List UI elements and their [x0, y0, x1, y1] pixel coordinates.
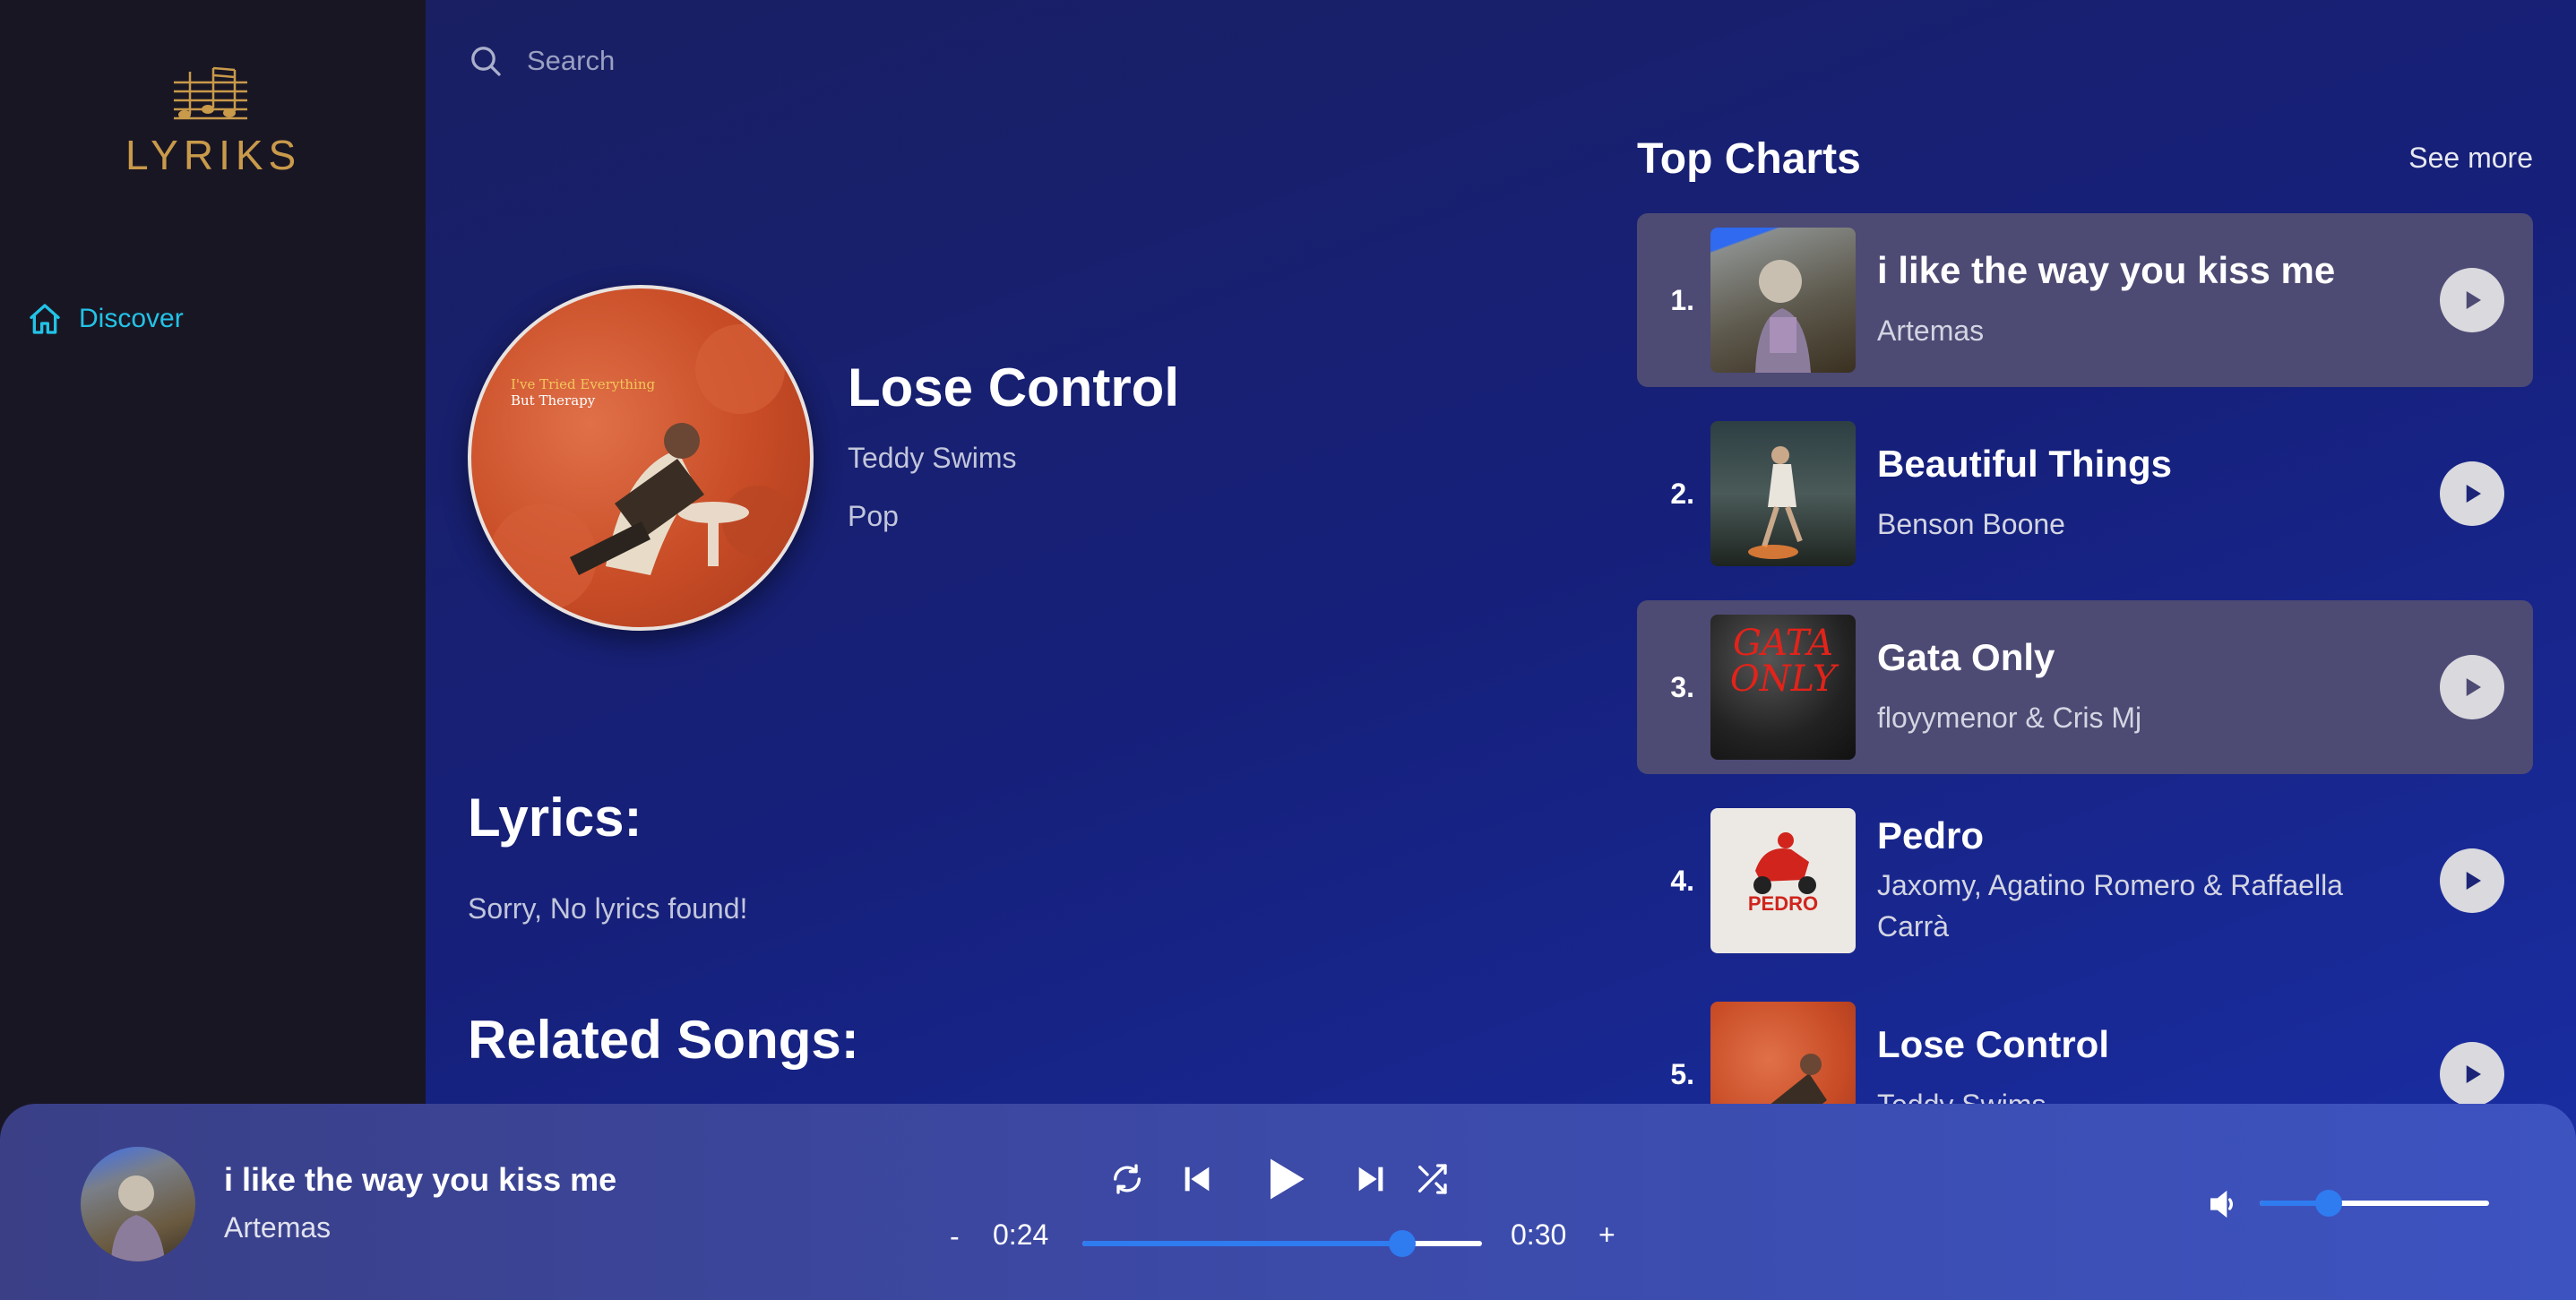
play-pause-button[interactable] [1255, 1150, 1313, 1208]
pedro-cover-text: PEDRO [1747, 892, 1819, 915]
lyrics-text: Sorry, No lyrics found! [468, 892, 748, 925]
play-button[interactable] [2440, 1042, 2504, 1106]
chart-info: Pedro Jaxomy, Agatino Romero & Raffaella… [1877, 814, 2379, 947]
app-logo[interactable]: LYRIKS [125, 65, 296, 179]
chart-info: Gata Only floyymenor & Cris Mj [1877, 636, 2379, 738]
play-button[interactable] [2440, 268, 2504, 332]
chart-item-2[interactable]: 2. Beautiful Things Benson Boone [1637, 407, 2533, 581]
volume-button[interactable] [2206, 1186, 2242, 1227]
song-meta: Lose Control Teddy Swims Pop [848, 357, 1179, 533]
search-input[interactable] [527, 45, 1064, 77]
seek-forward-button[interactable]: + [1598, 1218, 1615, 1252]
sidebar-item-label: Discover [79, 304, 184, 333]
chart-item-3[interactable]: 3. GATA ONLY Gata Only floyymenor & Cris… [1637, 600, 2533, 774]
time-total: 0:30 [1511, 1218, 1567, 1251]
chart-item-4[interactable]: 4. PEDRO Pedro Jaxomy, Agatino Romero & … [1637, 794, 2533, 968]
chart-artist[interactable]: Jaxomy, Agatino Romero & Raffaella Carrà [1877, 865, 2379, 947]
play-icon [2466, 678, 2481, 696]
play-button[interactable] [2440, 848, 2504, 913]
music-notes-icon [174, 66, 247, 120]
skip-next-icon [1358, 1167, 1383, 1192]
play-icon [2466, 1065, 2481, 1083]
chart-artist[interactable]: Benson Boone [1877, 504, 2379, 545]
play-button[interactable] [2440, 461, 2504, 526]
search-icon [471, 47, 501, 76]
chart-rank: 1. [1670, 283, 1694, 316]
play-icon [2466, 485, 2481, 503]
lyrics-heading: Lyrics: [468, 788, 642, 848]
chart-item-1[interactable]: 1. i like the way you kiss me Artemas [1637, 213, 2533, 387]
time-current: 0:24 [993, 1218, 1049, 1251]
chart-info: Beautiful Things Benson Boone [1877, 443, 2379, 545]
chart-rank: 5. [1670, 1057, 1694, 1090]
song-title: Lose Control [848, 357, 1179, 418]
previous-button[interactable] [1176, 1158, 1218, 1200]
home-icon [30, 304, 60, 334]
chart-title[interactable]: Pedro [1877, 814, 2379, 857]
now-playing-cover-image [81, 1147, 195, 1261]
now-playing-title: i like the way you kiss me [224, 1161, 617, 1198]
top-charts-list: 1. i like the way you kiss me Artemas 2. [1637, 213, 2533, 1181]
chart-title[interactable]: Lose Control [1877, 1023, 2379, 1066]
play-icon [2466, 872, 2481, 890]
logo-text: LYRIKS [125, 132, 302, 178]
chart-artist[interactable]: Artemas [1877, 310, 2379, 351]
gata-cover-text: GATA ONLY [1729, 623, 1837, 700]
now-playing-artist: Artemas [224, 1211, 332, 1244]
chart-title[interactable]: Gata Only [1877, 636, 2379, 679]
chart-rank: 3. [1670, 670, 1694, 703]
shuffle-button[interactable] [1411, 1158, 1452, 1200]
volume-slider[interactable] [2260, 1190, 2489, 1217]
seek-handle[interactable] [1388, 1230, 1416, 1257]
chart-title[interactable]: i like the way you kiss me [1877, 249, 2379, 292]
next-button[interactable] [1350, 1158, 1391, 1200]
chart-cover-image: GATA ONLY [1710, 615, 1856, 760]
chart-title[interactable]: Beautiful Things [1877, 443, 2379, 486]
chart-cover-image [1710, 228, 1856, 373]
play-button[interactable] [2440, 655, 2504, 719]
song-header: I've Tried Everything But Therapy Lose C… [468, 285, 1179, 631]
song-cover-image: I've Tried Everything But Therapy [468, 285, 814, 631]
repeat-button[interactable] [1107, 1158, 1148, 1200]
seek-slider[interactable] [1082, 1230, 1482, 1257]
song-genre: Pop [848, 499, 899, 532]
chart-info: i like the way you kiss me Artemas [1877, 249, 2379, 351]
playback-controls [1107, 1150, 1452, 1208]
volume-handle[interactable] [2314, 1190, 2342, 1217]
top-charts-title: Top Charts [1637, 135, 1861, 183]
seek-progress [1082, 1241, 1402, 1246]
seek-back-button[interactable]: - [950, 1220, 960, 1253]
chart-cover-image: PEDRO [1710, 808, 1856, 953]
shuffle-icon [1418, 1164, 1447, 1194]
volume-icon [2210, 1190, 2233, 1218]
chart-artist[interactable]: floyymenor & Cris Mj [1877, 697, 2379, 738]
skip-previous-icon [1185, 1167, 1210, 1192]
related-songs-heading: Related Songs: [468, 1010, 859, 1070]
repeat-icon [1114, 1164, 1141, 1194]
cover-text-line2: But Therapy [511, 392, 596, 409]
chart-rank: 4. [1670, 864, 1694, 897]
player-bar: i like the way you kiss me Artemas - 0:2… [0, 1104, 2576, 1300]
chart-rank: 2. [1670, 477, 1694, 510]
song-artist[interactable]: Teddy Swims [848, 442, 1179, 475]
cover-text-line1: I've Tried Everything [511, 376, 656, 392]
play-icon [1271, 1158, 1305, 1200]
see-more-link[interactable]: See more [2408, 142, 2533, 175]
play-icon [2466, 291, 2481, 309]
chart-cover-image [1710, 421, 1856, 566]
search-bar [468, 43, 1064, 79]
sidebar-item-discover[interactable]: Discover [27, 301, 184, 337]
